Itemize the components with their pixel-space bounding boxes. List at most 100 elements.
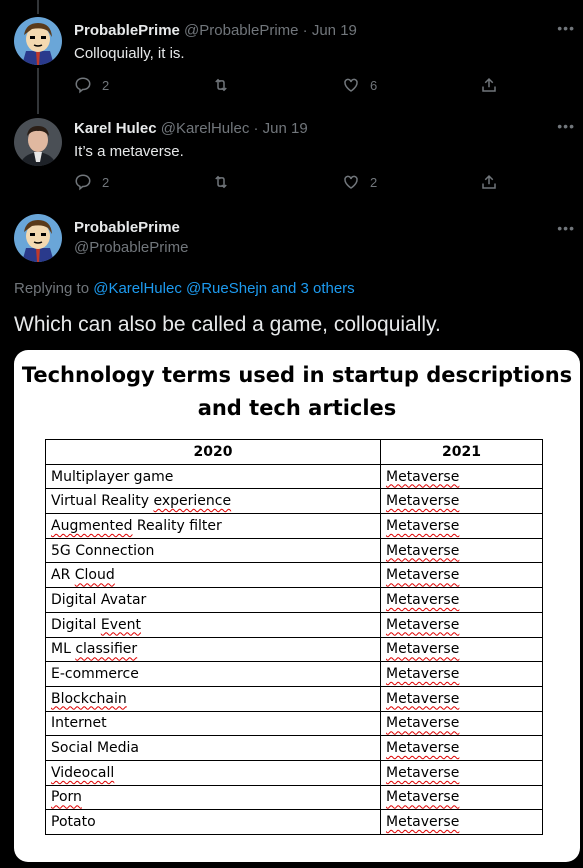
replying-and: and	[271, 280, 297, 297]
author-handle[interactable]: @KarelHulec	[161, 120, 250, 137]
spellcheck-word: Porn	[51, 789, 82, 806]
author-name[interactable]: Karel Hulec	[74, 120, 157, 137]
cell-2021: Metaverse	[380, 685, 543, 712]
cell-2020: 5G Connection	[45, 537, 381, 564]
thread-line	[37, 68, 39, 114]
retweet-button[interactable]	[212, 173, 240, 191]
tweet-text: It’s a metaverse.	[74, 143, 184, 160]
cell-2021: Metaverse	[380, 537, 543, 564]
heart-icon	[344, 175, 358, 189]
like-count: 6	[370, 77, 378, 93]
cell-2020: Internet	[45, 710, 381, 737]
replying-users[interactable]: @KarelHulec @RueShejn	[93, 280, 267, 297]
share-icon	[482, 77, 496, 92]
spellcheck-word: Augmented	[51, 517, 133, 534]
replying-others[interactable]: 3 others	[300, 280, 354, 297]
cell-2021: Metaverse	[380, 735, 543, 761]
cell-2021: Metaverse	[380, 710, 543, 737]
cell-2021: Metaverse	[380, 463, 543, 490]
cell-2020: Virtual Reality experience	[45, 488, 381, 515]
cell-2020: Porn	[45, 784, 381, 811]
separator-dot: ·	[253, 120, 259, 137]
author-handle[interactable]: @ProbablePrime	[74, 239, 188, 256]
cell-2021: Metaverse	[380, 809, 543, 835]
more-icon[interactable]: •••	[557, 20, 575, 36]
table-row: Augmented Reality filter Metaverse	[45, 513, 543, 539]
more-icon[interactable]: •••	[557, 220, 575, 236]
avatar-probableprime[interactable]	[14, 214, 62, 262]
cell-2020: Digital Avatar	[45, 587, 381, 613]
table-row: Porn Metaverse	[45, 784, 543, 811]
image-title-line1: Technology terms used in startup descrip…	[21, 363, 573, 387]
column-header-2020: 2020	[45, 439, 381, 465]
cell-2020: E-commerce	[45, 661, 381, 687]
table-row: Videocall Metaverse	[45, 759, 543, 786]
tweet-header: Karel Hulec @KarelHulec · Jun 19	[74, 120, 308, 137]
table-header-row: 2020 2021	[45, 439, 543, 465]
retweet-icon	[215, 175, 227, 189]
replying-prefix: Replying to	[14, 280, 90, 297]
terms-table: 2020 2021 Multiplayer game Metaverse Virtu…	[45, 439, 543, 835]
thread-line	[37, 0, 39, 14]
spellcheck-word: classifier	[75, 641, 138, 658]
spellcheck-word: Cloud	[74, 567, 115, 584]
cell-2021: Metaverse	[380, 562, 543, 589]
cell-2021: Metaverse	[380, 636, 543, 663]
cell-2021: Metaverse	[380, 784, 543, 811]
tweet-image[interactable]: Technology terms used in startup descrip…	[14, 350, 580, 862]
table-row: Multiplayer game Metaverse	[45, 463, 543, 490]
cell-2020: Videocall	[45, 759, 381, 786]
cell-2021: Metaverse	[380, 661, 543, 687]
like-button[interactable]: 2	[342, 173, 377, 191]
table-row: ML classifier Metaverse	[45, 636, 543, 663]
cell-2020: Potato	[45, 809, 381, 835]
cell-2021: Metaverse	[380, 488, 543, 515]
cell-2020: Blockchain	[45, 685, 381, 712]
share-button[interactable]	[480, 173, 498, 191]
author-name[interactable]: ProbablePrime	[74, 22, 180, 39]
reply-button[interactable]: 2	[74, 76, 109, 94]
table-row: Blockchain Metaverse	[45, 685, 543, 712]
table-row: Internet Metaverse	[45, 710, 543, 737]
cell-2021: Metaverse	[380, 611, 543, 638]
author-handle[interactable]: @ProbablePrime	[184, 22, 298, 39]
cell-2020: Social Media	[45, 735, 381, 761]
spellcheck-word: Videocall	[51, 764, 115, 781]
tweet-text: Colloquially, it is.	[74, 45, 185, 62]
share-button[interactable]	[480, 76, 498, 94]
table-row: Digital Event Metaverse	[45, 611, 543, 638]
reply-icon	[75, 77, 91, 94]
spellcheck-word: Event	[100, 616, 141, 633]
column-header-2021: 2021	[380, 439, 543, 465]
table-row: Virtual Reality experience Metaverse	[45, 488, 543, 515]
reply-count: 2	[102, 77, 110, 93]
tweet-text: Which can also be called a game, colloqu…	[14, 313, 441, 336]
table-row: Potato Metaverse	[45, 809, 543, 835]
image-title-line2: and tech articles	[197, 396, 397, 420]
cell-2021: Metaverse	[380, 759, 543, 786]
replying-to: Replying to @KarelHulec @RueShejn and 3 …	[14, 280, 355, 297]
cell-2020: ML classifier	[45, 636, 381, 663]
share-icon	[482, 174, 496, 189]
author-name[interactable]: ProbablePrime	[74, 219, 180, 236]
table-row: 5G Connection Metaverse	[45, 537, 543, 564]
reply-icon	[75, 174, 91, 191]
like-count: 2	[370, 174, 378, 190]
cell-2020: Digital Event	[45, 611, 381, 638]
tweet-actions: 2 6	[74, 76, 514, 98]
retweet-icon	[215, 78, 227, 92]
table-row: E-commerce Metaverse	[45, 661, 543, 687]
cell-2020: AR Cloud	[45, 562, 381, 589]
more-icon[interactable]: •••	[557, 118, 575, 134]
avatar-karelhulec[interactable]	[14, 118, 62, 166]
like-button[interactable]: 6	[342, 76, 377, 94]
reply-button[interactable]: 2	[74, 173, 109, 191]
avatar-probableprime[interactable]	[14, 17, 62, 65]
heart-icon	[344, 78, 358, 92]
tweet-date[interactable]: Jun 19	[263, 120, 308, 137]
tweet-actions: 2 2	[74, 173, 514, 195]
retweet-button[interactable]	[212, 76, 240, 94]
cell-2021: Metaverse	[380, 513, 543, 539]
table-row: Digital Avatar Metaverse	[45, 587, 543, 613]
tweet-date[interactable]: Jun 19	[312, 22, 357, 39]
